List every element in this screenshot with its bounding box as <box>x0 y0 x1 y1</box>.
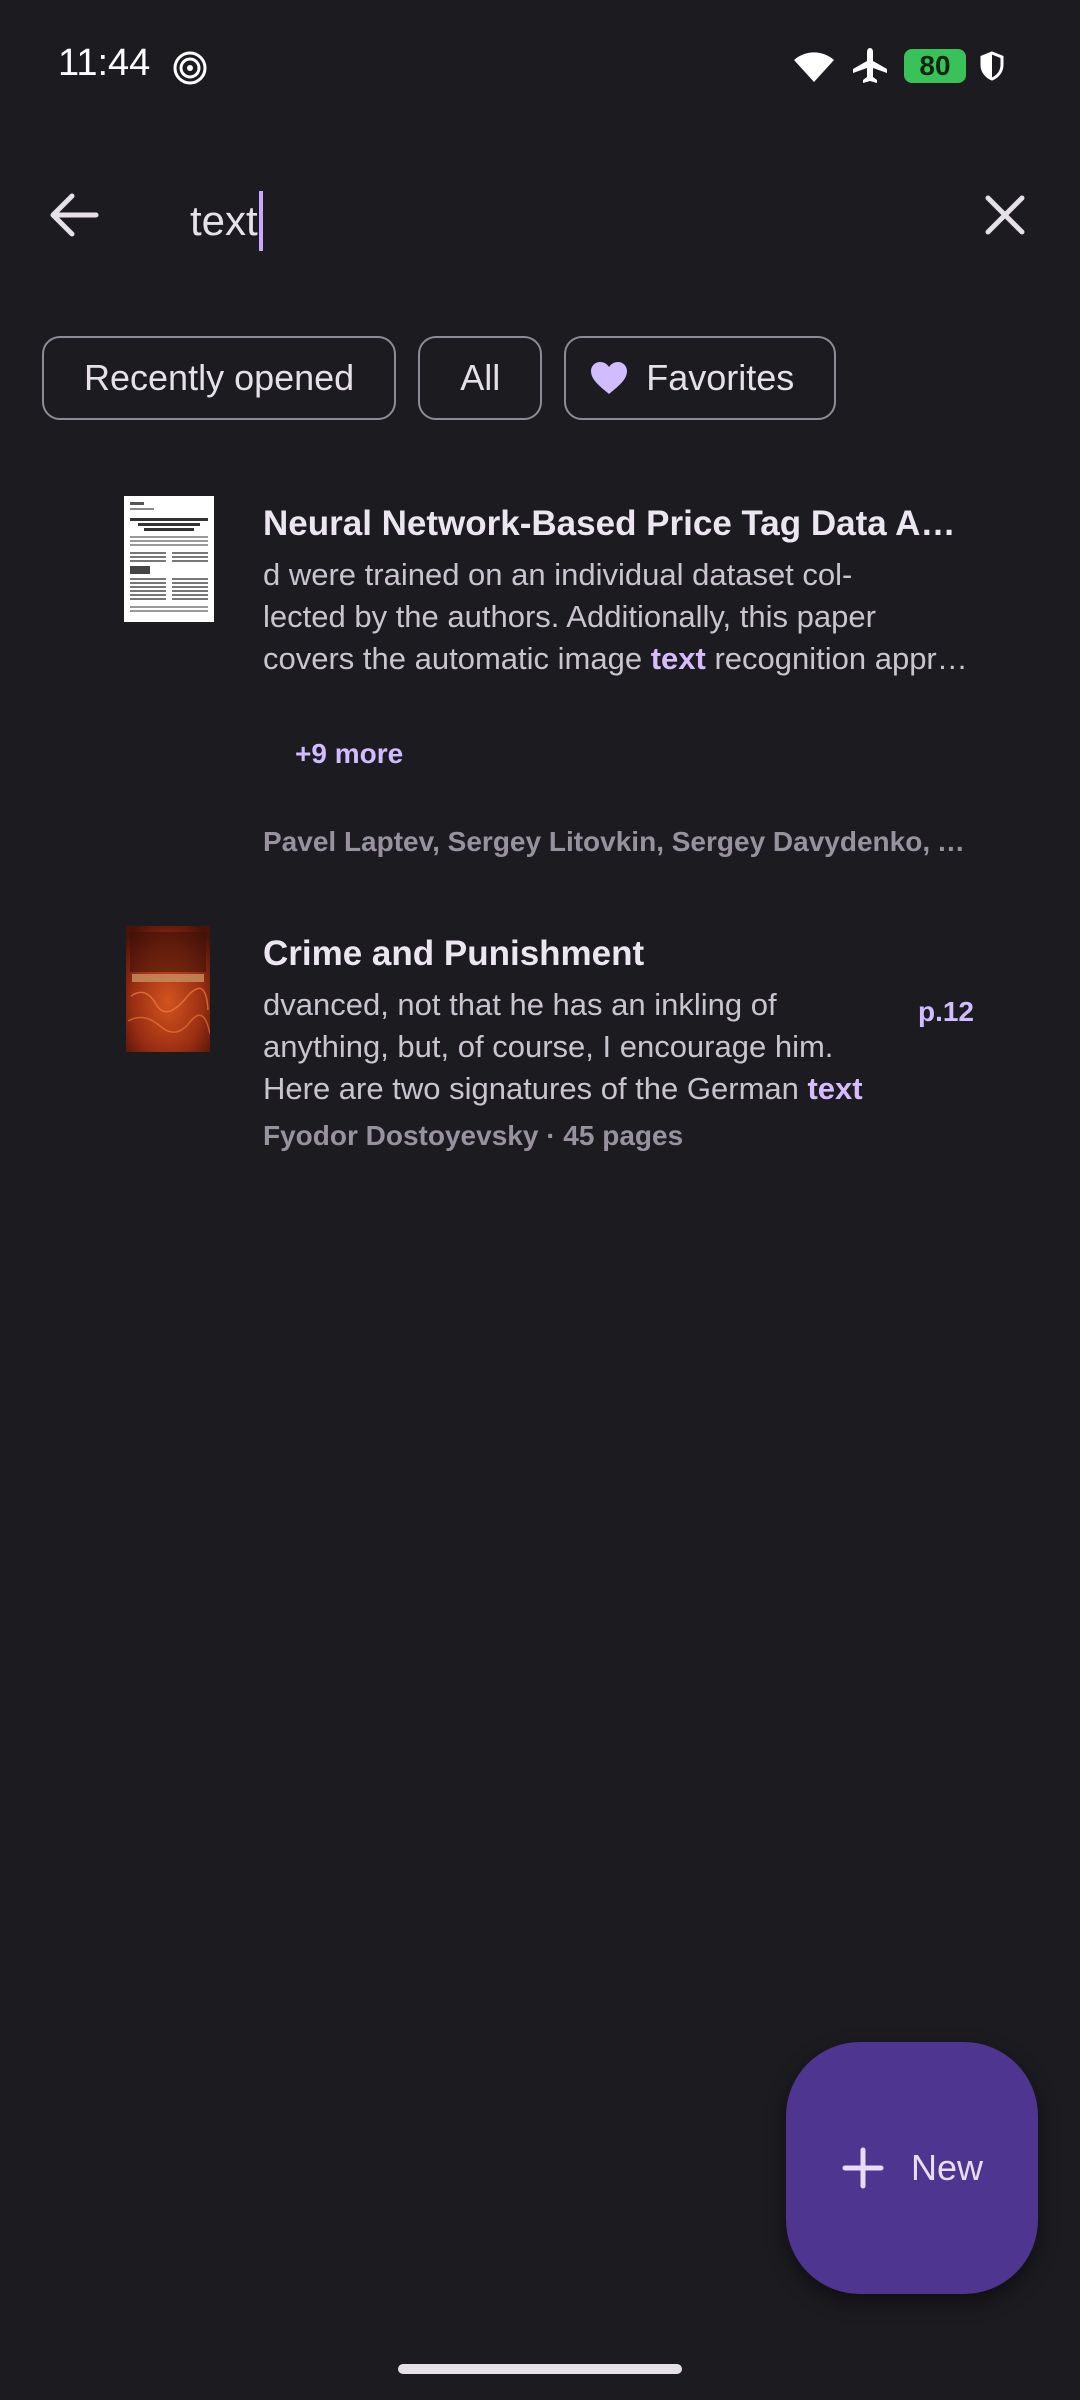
snippet-line: dvanced, not that he has an inkling of <box>263 987 777 1022</box>
search-bar: text <box>0 170 1080 270</box>
search-result-item[interactable]: Neural Network-Based Price Tag Data Anal… <box>0 496 1080 876</box>
status-icons: 80 <box>792 44 1004 88</box>
document-thumbnail <box>124 496 214 622</box>
filter-chips: Recently opened All Favorites <box>42 336 837 420</box>
snippet-line: d were trained on an individual dataset … <box>263 557 853 592</box>
airplane-icon <box>853 48 887 83</box>
snippet-text: Here are two signatures of the German <box>263 1071 808 1106</box>
result-title: Crime and Punishment <box>263 934 645 973</box>
result-authors: Pavel Laptev, Sergey Litovkin, Sergey Da… <box>263 826 975 857</box>
spiral-icon <box>173 51 207 85</box>
book-cover-thumbnail <box>126 926 210 1052</box>
close-icon <box>985 195 1025 235</box>
chip-label: Recently opened <box>84 357 355 398</box>
back-button[interactable] <box>40 180 110 250</box>
result-snippet: dvanced, not that he has an inkling of a… <box>263 984 875 1110</box>
fab-label: New <box>910 2147 984 2188</box>
more-matches-link[interactable]: +9 more <box>295 738 975 778</box>
shield-icon <box>980 51 1004 81</box>
snippet-line: lected by the authors. Additionally, thi… <box>263 599 876 634</box>
chip-recently-opened[interactable]: Recently opened <box>42 336 397 420</box>
snippet-highlight: text <box>650 641 706 676</box>
new-document-fab[interactable]: New <box>786 2042 1038 2294</box>
status-bar: 11:44 80 <box>0 0 1080 130</box>
page-number-badge: p.12 <box>917 996 974 1027</box>
plus-icon <box>842 2147 884 2189</box>
battery-icon: 80 <box>904 49 966 83</box>
status-time: 11:44 <box>58 42 151 84</box>
home-indicator[interactable] <box>398 2364 682 2374</box>
arrow-back-icon <box>50 193 99 237</box>
snippet-line: Here are two signatures of the German te… <box>263 1068 875 1110</box>
result-meta: Fyodor Dostoyevsky · 45 pages <box>263 1120 684 1151</box>
chip-label: All <box>460 357 501 398</box>
heart-icon <box>591 362 628 394</box>
chip-label: Favorites <box>646 357 795 398</box>
wifi-icon <box>794 52 834 82</box>
text-caret <box>258 191 263 251</box>
search-query: text <box>190 197 258 244</box>
clear-search-button[interactable] <box>970 180 1040 250</box>
snippet-line: anything, but, of course, I encourage hi… <box>263 1029 834 1064</box>
chip-favorites[interactable]: Favorites <box>564 336 837 420</box>
result-snippet: d were trained on an individual dataset … <box>263 554 975 680</box>
search-result-item[interactable]: Crime and Punishment dvanced, not that h… <box>0 926 1080 1176</box>
result-title: Neural Network-Based Price Tag Data Anal… <box>263 504 975 543</box>
snippet-line: covers the automatic image text recognit… <box>263 638 975 680</box>
search-input[interactable]: text <box>190 190 950 252</box>
snippet-text: recognition approach <box>705 641 975 676</box>
snippet-highlight: text <box>807 1071 863 1106</box>
snippet-text: covers the automatic image <box>263 641 651 676</box>
chip-all[interactable]: All <box>418 336 543 420</box>
